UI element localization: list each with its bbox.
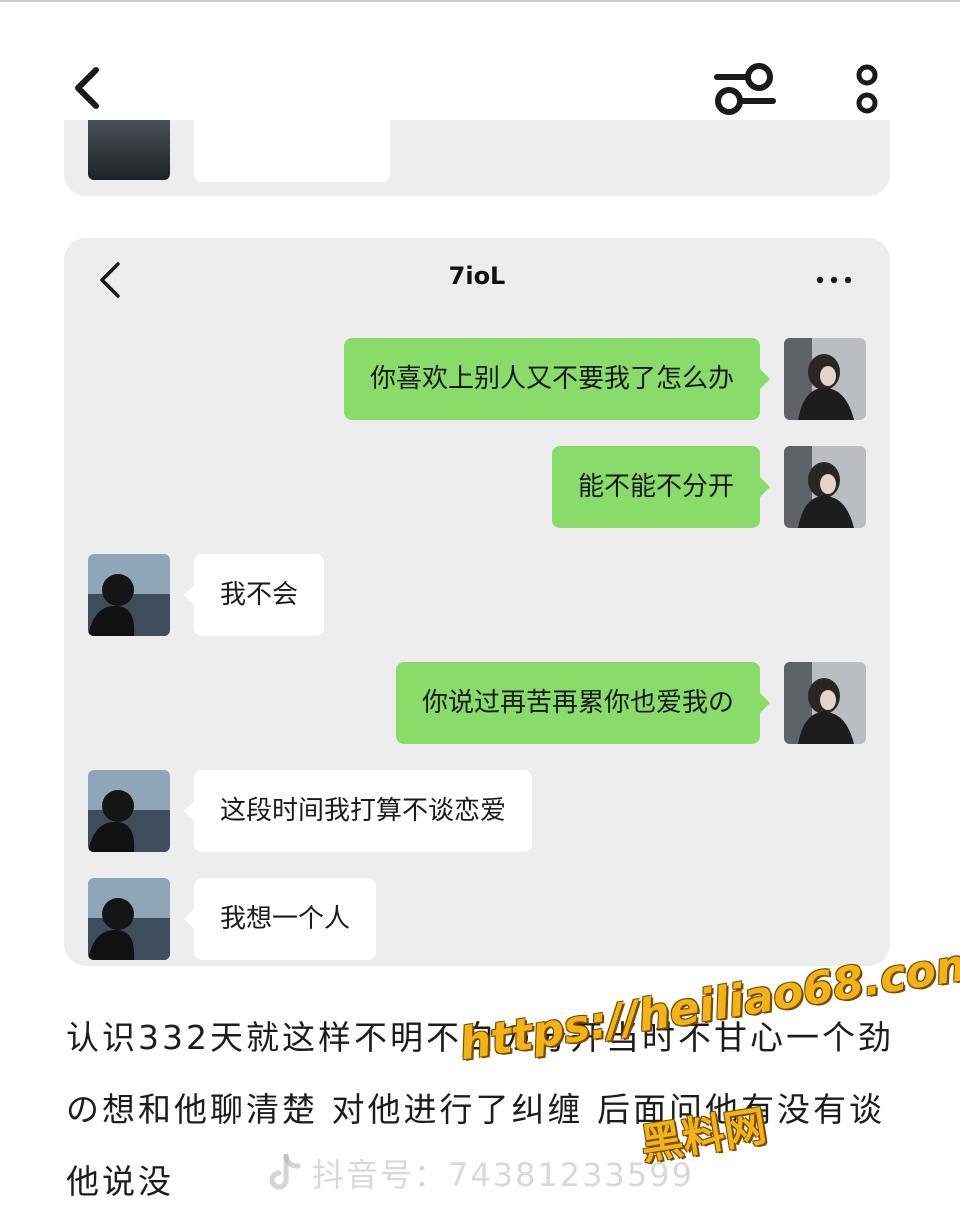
message-bubble-received: 我想一个人	[183, 878, 377, 960]
avatar-contact	[88, 770, 170, 852]
avatar	[88, 120, 170, 180]
vertical-dots-icon	[856, 64, 878, 114]
message-bubble-sent: 能不能不分开	[551, 446, 771, 528]
avatar-contact	[88, 878, 170, 960]
filter-button[interactable]	[708, 54, 782, 124]
message-bubble-sent: 你喜欢上别人又不要我了怎么办	[343, 338, 771, 420]
avatar-me	[784, 662, 866, 744]
douyin-watermark: 抖音号：74381233599	[268, 1150, 694, 1196]
avatar-me	[784, 446, 866, 528]
more-options-button[interactable]	[840, 54, 894, 124]
message-bubble-sent: 你说过再苦再累你也爱我の	[395, 662, 771, 744]
sliders-icon	[714, 63, 776, 115]
avatar-me	[784, 338, 866, 420]
douyin-id: 抖音号：74381233599	[312, 1156, 694, 1194]
previous-screenshot-card	[64, 120, 890, 196]
avatar-contact	[88, 554, 170, 636]
top-divider	[0, 0, 960, 2]
message-bubble	[194, 120, 390, 182]
message-bubble-received: 我不会	[183, 554, 325, 636]
message-bubble-received: 这段时间我打算不谈恋爱	[183, 770, 533, 852]
chat-screenshot-card: 7ioL 你喜欢上别人又不要我了怎么办 能不能不分开 我不会 你说过再苦再累你也…	[64, 238, 890, 966]
chat-more-button	[810, 266, 858, 294]
chevron-left-icon	[75, 67, 99, 109]
chat-title: 7ioL	[448, 262, 506, 290]
horizontal-dots-icon	[816, 276, 852, 284]
back-button[interactable]	[58, 58, 114, 118]
douyin-logo-icon	[269, 1154, 301, 1190]
